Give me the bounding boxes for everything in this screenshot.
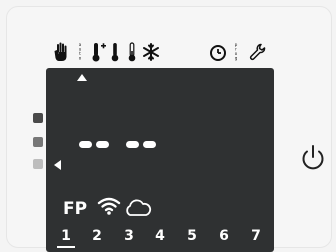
hand-icon[interactable]: [54, 42, 68, 64]
snowflake-icon[interactable]: [142, 42, 160, 64]
prog-icon[interactable]: p r o g: [231, 42, 241, 64]
left-arrow-icon[interactable]: [54, 160, 61, 170]
wifi-icon: [97, 196, 121, 220]
day-2[interactable]: 2: [90, 228, 104, 244]
thermometer-icon[interactable]: [110, 42, 120, 64]
day-5[interactable]: 5: [185, 228, 199, 244]
auto-icon[interactable]: a u t o: [75, 42, 85, 64]
segment-dash: [143, 141, 156, 148]
status-led-2: [33, 137, 43, 147]
power-icon: [302, 145, 324, 170]
clock-icon[interactable]: [209, 42, 227, 64]
day-6[interactable]: 6: [217, 228, 231, 244]
thermometer-plus-icon[interactable]: [91, 42, 107, 64]
up-arrow-icon[interactable]: [77, 74, 87, 81]
cloud-icon: [124, 198, 152, 222]
power-button[interactable]: [298, 143, 328, 177]
svg-text:o: o: [79, 56, 82, 61]
active-day-indicator: [57, 246, 75, 248]
svg-text:g: g: [235, 56, 238, 61]
day-3[interactable]: 3: [122, 228, 136, 244]
mode-icon-bar: a u t o p r o g: [54, 42, 284, 64]
segment-dash: [79, 141, 92, 148]
status-led-1: [33, 113, 43, 123]
day-4[interactable]: 4: [153, 228, 167, 244]
fp-label: FP: [63, 199, 88, 219]
thermometer-low-icon[interactable]: [127, 42, 137, 64]
day-1[interactable]: 1: [59, 228, 73, 244]
day-7[interactable]: 7: [249, 228, 263, 244]
lcd-screen: [46, 68, 274, 252]
segment-dash: [96, 141, 109, 148]
wrench-icon[interactable]: [248, 42, 266, 64]
status-led-3: [33, 159, 43, 169]
segment-dash: [126, 141, 139, 148]
